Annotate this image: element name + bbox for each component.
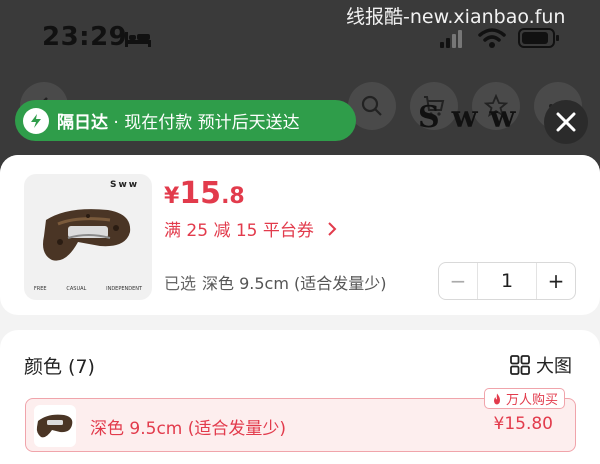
delivery-message: · 现在付款 预计后天送达: [113, 113, 300, 133]
watermark: 线报酷-new.xianbao.fun: [346, 6, 566, 28]
product-price: ¥15.8: [164, 176, 245, 211]
flame-icon: [494, 393, 500, 404]
battery-icon: [518, 28, 559, 48]
delivery-pill: 隔日达 · 现在付款 预计后天送达: [15, 100, 356, 141]
thumb-footer: FREE CASUAL INDEPENDENT: [33, 286, 143, 292]
lightning-icon: [23, 107, 49, 134]
badge-label: 万人购买: [506, 393, 559, 408]
selected-value: 深色 9.5cm (适合发量少): [202, 274, 387, 293]
close-button[interactable]: [544, 100, 588, 144]
chevron-right-icon: [328, 222, 337, 236]
increment-button[interactable]: +: [537, 263, 575, 299]
status-time: 23:29: [42, 22, 128, 52]
option-label: 深色 9.5cm (适合发量少): [90, 419, 287, 439]
quantity-stepper[interactable]: − 1 +: [438, 262, 576, 300]
coupon-link[interactable]: 满 25 减 15 平台券: [164, 216, 337, 241]
selected-label: 已选: [164, 274, 197, 293]
big-view-label: 大图: [536, 356, 572, 377]
search-icon: [361, 95, 382, 116]
signal-icon: [440, 30, 462, 48]
popular-badge: 万人购买: [484, 388, 566, 409]
wifi-icon: [478, 28, 506, 48]
grid-icon: [510, 355, 530, 375]
coupon-label: 满 25 减 15 平台券: [164, 221, 314, 241]
product-thumbnail[interactable]: Sww FREE CASUAL INDEPENDENT: [24, 174, 152, 300]
hair-claw-image: [43, 209, 131, 261]
decrement-button[interactable]: −: [439, 263, 477, 299]
hair-claw-image: [36, 414, 73, 438]
option-price: ¥15.80: [493, 414, 553, 434]
color-section-title: 颜色 (7): [24, 356, 95, 378]
close-icon: [556, 112, 576, 132]
status-bar: 23:29 线报酷-new.xianbao.fun: [0, 0, 600, 80]
delivery-tag: 隔日达: [57, 113, 108, 133]
thumb-brand: Sww: [110, 180, 140, 190]
quantity-value[interactable]: 1: [477, 263, 537, 299]
option-thumbnail: [34, 405, 76, 447]
big-view-toggle[interactable]: 大图: [510, 352, 572, 378]
brand-logo: Sww: [418, 100, 528, 135]
selected-spec: 已选 深色 9.5cm (适合发量少): [164, 270, 387, 294]
bed-icon: [125, 32, 151, 47]
